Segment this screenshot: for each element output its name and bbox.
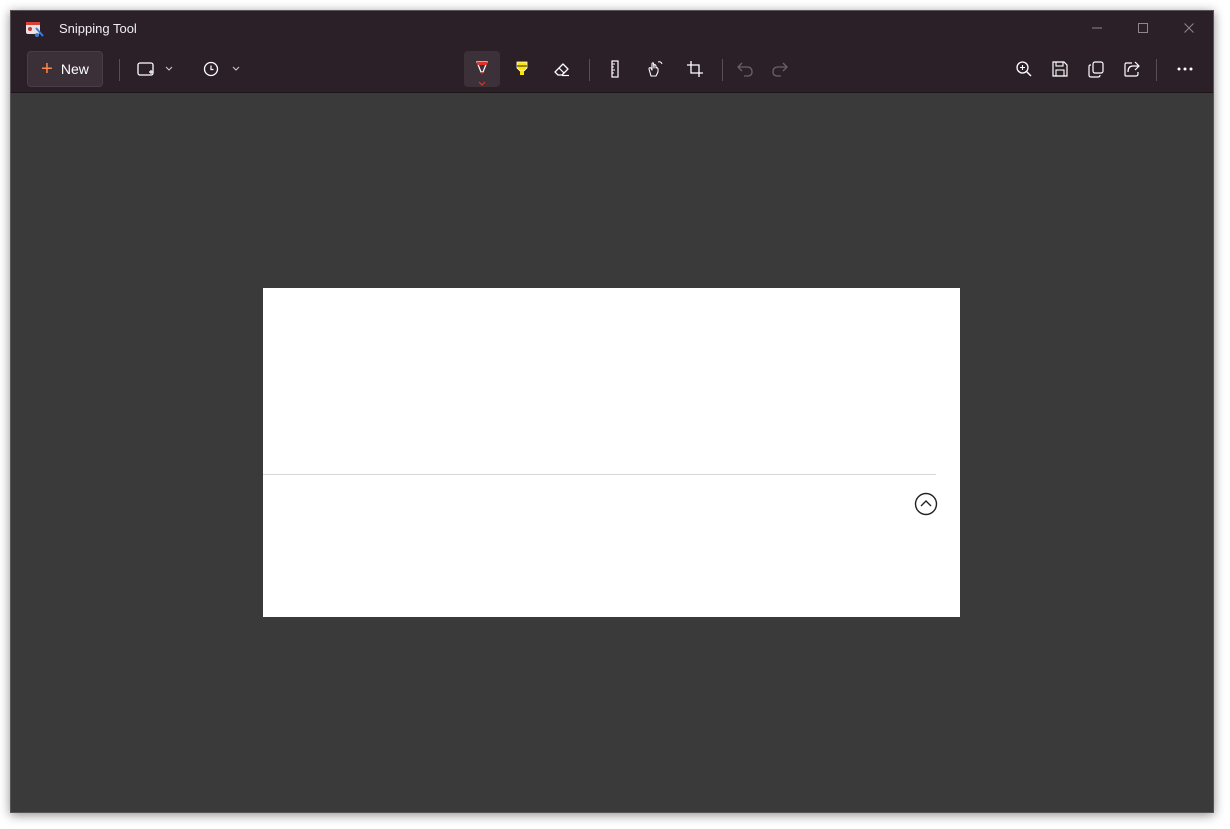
chevron-up-circle-icon bbox=[914, 492, 938, 516]
snip-delay-button[interactable] bbox=[199, 51, 245, 87]
toolbar: + New bbox=[11, 47, 1213, 93]
redo-icon bbox=[772, 62, 788, 77]
minimize-icon bbox=[1092, 27, 1102, 29]
highlighter-icon bbox=[516, 61, 528, 75]
close-button[interactable] bbox=[1166, 11, 1212, 45]
crop-icon bbox=[687, 61, 703, 77]
snipping-tool-app-icon bbox=[25, 20, 45, 38]
redo-button[interactable] bbox=[762, 51, 798, 87]
share-button[interactable] bbox=[1114, 51, 1150, 87]
eraser-icon bbox=[554, 63, 569, 77]
pen-options-chevron-icon bbox=[478, 81, 486, 86]
zoom-button[interactable] bbox=[1006, 51, 1042, 87]
save-icon bbox=[1052, 61, 1068, 77]
share-icon bbox=[1124, 61, 1140, 77]
zoom-icon bbox=[1016, 61, 1032, 77]
save-button[interactable] bbox=[1042, 51, 1078, 87]
snip-divider-line bbox=[263, 474, 936, 475]
toolbar-divider bbox=[119, 59, 120, 81]
toolbar-divider bbox=[589, 59, 590, 81]
snipping-tool-window: Snipping Tool + New bbox=[10, 10, 1214, 813]
window-title: Snipping Tool bbox=[59, 21, 137, 36]
minimize-button[interactable] bbox=[1074, 11, 1120, 45]
new-label: New bbox=[60, 61, 89, 77]
copy-button[interactable] bbox=[1078, 51, 1114, 87]
toolbar-divider bbox=[1156, 59, 1157, 81]
ruler-button[interactable] bbox=[597, 51, 633, 87]
title-bar: Snipping Tool bbox=[11, 11, 1213, 47]
clock-icon bbox=[203, 61, 240, 77]
plus-icon: + bbox=[41, 58, 53, 80]
highlighter-button[interactable] bbox=[504, 51, 540, 87]
captured-snip-image[interactable] bbox=[263, 288, 960, 617]
undo-icon bbox=[737, 62, 753, 77]
ruler-icon bbox=[611, 60, 619, 78]
crop-button[interactable] bbox=[677, 51, 713, 87]
copy-icon bbox=[1088, 61, 1104, 78]
toolbar-divider bbox=[722, 59, 723, 81]
more-options-button[interactable] bbox=[1167, 51, 1203, 87]
maximize-button[interactable] bbox=[1120, 11, 1166, 45]
touch-writing-icon bbox=[648, 61, 663, 77]
touch-writing-button[interactable] bbox=[637, 51, 673, 87]
eraser-button[interactable] bbox=[544, 51, 580, 87]
ballpoint-pen-button[interactable] bbox=[464, 51, 500, 87]
new-snip-button[interactable]: + New bbox=[27, 51, 103, 87]
more-icon bbox=[1177, 67, 1193, 71]
snip-mode-button[interactable] bbox=[133, 51, 179, 87]
rectangle-snip-icon bbox=[137, 62, 173, 76]
snip-canvas-area bbox=[11, 93, 1213, 812]
maximize-icon bbox=[1138, 23, 1148, 33]
close-icon bbox=[1184, 23, 1194, 33]
undo-button[interactable] bbox=[727, 51, 763, 87]
ballpoint-pen-icon bbox=[476, 61, 488, 75]
